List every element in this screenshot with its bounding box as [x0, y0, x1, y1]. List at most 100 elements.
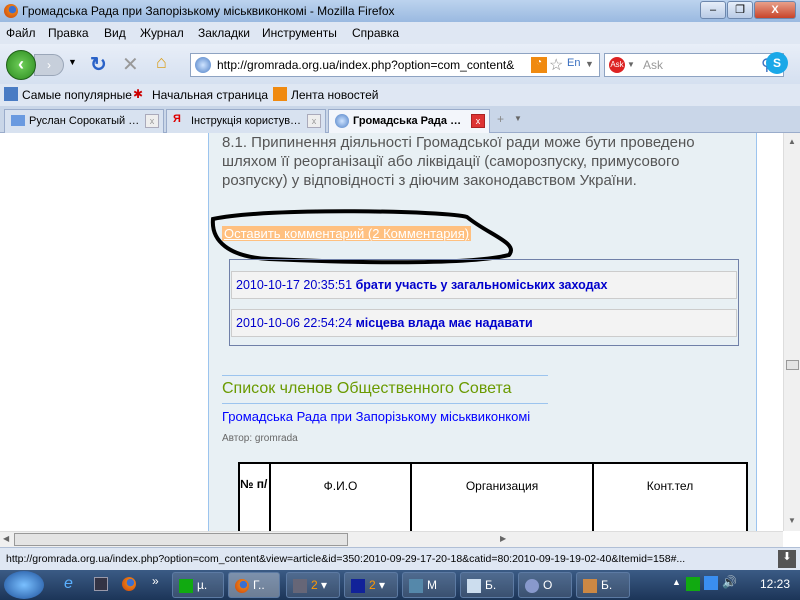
comment-title[interactable]: місцева влада має надавати	[356, 316, 533, 330]
taskbar-button-notepad[interactable]: Б.	[460, 572, 514, 598]
ie-icon[interactable]: e	[64, 575, 73, 593]
leave-comment-link[interactable]: Оставить комментарий (2 Комментария)	[222, 226, 472, 241]
tab-close-icon[interactable]: x	[145, 114, 159, 128]
bookmark-start-page[interactable]: Начальная страница	[152, 88, 268, 102]
menu-bar: Файл Правка Вид Журнал Закладки Инструме…	[0, 22, 800, 44]
taskbar-button-firefox[interactable]: Г..	[228, 572, 280, 598]
menu-bookmarks[interactable]: Закладки	[198, 26, 250, 40]
back-button[interactable]: ‹	[6, 50, 36, 80]
scroll-right-icon[interactable]: ▶	[500, 534, 506, 543]
bookmark-star-icon[interactable]: ☆	[549, 55, 563, 75]
tab-close-icon[interactable]: x	[471, 114, 485, 128]
article-category-link[interactable]: Громадська Рада при Запорізькому міськви…	[222, 409, 530, 424]
comment-time: 2010-10-17 20:35:51	[236, 278, 353, 292]
members-table: № п/ Ф.И.О Организация Конт.тел	[238, 462, 748, 531]
horizontal-scrollbar[interactable]: ◀ ▶	[0, 531, 783, 547]
minimize-button[interactable]: –	[700, 1, 726, 19]
comments-box: 2010-10-17 20:35:51 брати участь у загал…	[229, 259, 739, 346]
status-text: http://gromrada.org.ua/index.php?option=…	[6, 553, 686, 565]
search-app-icon	[525, 578, 539, 593]
tab-yandex-mail[interactable]: Руслан Сорокатый (28) — Яндекс.П... x	[4, 109, 164, 133]
taskbar-button-search[interactable]: О	[518, 572, 572, 598]
taskbar-button-utorrent[interactable]: µ.	[172, 572, 224, 598]
maximize-button[interactable]: ❐	[727, 1, 753, 19]
tray-expand-icon[interactable]: ▲	[672, 577, 681, 587]
comment-item[interactable]: 2010-10-17 20:35:51 брати участь у загал…	[231, 271, 737, 299]
scroll-down-icon[interactable]: ▼	[788, 516, 796, 525]
tab-gromrada[interactable]: Громадська Рада при Запорізько... x	[328, 109, 490, 133]
history-dropdown-icon[interactable]: ▼	[68, 57, 77, 67]
clock[interactable]: 12:23	[760, 577, 790, 591]
skype-icon[interactable]: S	[766, 52, 788, 74]
tab-label: Руслан Сорокатый (28) — Яндекс.П...	[29, 115, 163, 127]
tray-utorrent-icon[interactable]	[686, 577, 700, 591]
window-title: Громадська Рада при Запорізькому міськви…	[22, 4, 395, 18]
menu-tools[interactable]: Инструменты	[262, 26, 337, 40]
notepad-icon	[467, 578, 481, 593]
bookmark-news-feed[interactable]: Лента новостей	[291, 88, 379, 102]
language-indicator[interactable]: En	[567, 57, 580, 69]
hscroll-thumb[interactable]	[14, 533, 348, 546]
ask-engine-icon[interactable]: Ask	[609, 57, 625, 73]
scroll-left-icon[interactable]: ◀	[3, 534, 9, 543]
firefox-icon	[235, 578, 249, 593]
download-icon[interactable]: ⬇	[778, 550, 796, 568]
url-bar[interactable]: http://gromrada.org.ua/index.php?option=…	[190, 53, 600, 77]
taskbar-button-paint[interactable]: Б.	[576, 572, 630, 598]
url-dropdown-icon[interactable]: ▼	[585, 59, 594, 69]
taskbar-button-group1[interactable]: 2 ▾	[286, 572, 340, 598]
menu-history[interactable]: Журнал	[140, 26, 184, 40]
search-input[interactable]: Ask	[643, 58, 663, 72]
stop-icon[interactable]: ✕	[122, 52, 139, 77]
menu-edit[interactable]: Правка	[48, 26, 89, 40]
menu-view[interactable]: Вид	[104, 26, 126, 40]
word-icon	[351, 578, 365, 593]
firefox-quicklaunch-icon[interactable]	[122, 577, 136, 591]
comment-time: 2010-10-06 22:54:24	[236, 316, 353, 330]
paint-icon	[583, 578, 597, 593]
tab-close-icon[interactable]: x	[307, 114, 321, 128]
site-icon	[335, 114, 349, 128]
scroll-thumb[interactable]	[786, 360, 799, 370]
close-button[interactable]: X	[754, 1, 796, 19]
start-page-icon: ✱	[133, 87, 144, 101]
bookmark-most-visited[interactable]: Самые популярные	[22, 88, 132, 102]
forward-button[interactable]: ›	[34, 54, 64, 76]
more-icon[interactable]: »	[152, 574, 159, 588]
scroll-up-icon[interactable]: ▲	[788, 137, 796, 146]
article-panel: 8.1. Припинення діяльності Громадської р…	[208, 133, 757, 531]
app-icon	[409, 578, 423, 593]
reload-icon[interactable]: ↻	[90, 52, 107, 77]
author-label: Автор: gromrada	[222, 433, 298, 444]
firefox-icon	[4, 4, 18, 18]
tab-list-icon[interactable]: ▼	[514, 114, 522, 123]
new-tab-icon[interactable]: +	[497, 112, 504, 126]
taskbar-button-word[interactable]: 2 ▾	[344, 572, 398, 598]
volume-icon[interactable]: 🔊	[722, 575, 737, 589]
table-header-organization: Организация	[410, 462, 594, 531]
comment-title[interactable]: брати участь у загальноміських заходах	[356, 278, 608, 292]
vertical-scrollbar[interactable]: ▲ ▼	[783, 133, 800, 531]
title-bar: Громадська Рада при Запорізькому міськви…	[0, 0, 800, 22]
section-title: Список членов Общественного Совета	[222, 375, 548, 404]
table-header-phone: Конт.тел	[592, 462, 748, 531]
rss-icon[interactable]: ◔	[531, 57, 547, 73]
search-bar[interactable]: Ask ▼ Ask ⚲	[604, 53, 784, 77]
comment-item[interactable]: 2010-10-06 22:54:24 місцева влада має на…	[231, 309, 737, 337]
url-text[interactable]: http://gromrada.org.ua/index.php?option=…	[217, 58, 527, 72]
tab-label: Громадська Рада при Запорізько...	[353, 115, 489, 127]
taskbar: e » µ. Г.. 2 ▾ 2 ▾ М Б. О Б. ▲ 🔊 12:23	[0, 570, 800, 600]
taskbar-button-m[interactable]: М	[402, 572, 456, 598]
home-icon[interactable]: ⌂	[156, 52, 167, 73]
navigation-toolbar: › ‹ ▼ ↻ ✕ ⌂ http://gromrada.org.ua/index…	[0, 44, 800, 84]
utorrent-icon	[179, 578, 193, 593]
mail-icon	[11, 115, 25, 126]
tab-instruction[interactable]: Я Інструкція користувача сайта — Ян... x	[166, 109, 326, 133]
menu-help[interactable]: Справка	[352, 26, 399, 40]
start-button[interactable]	[4, 571, 44, 599]
network-icon[interactable]	[704, 576, 718, 590]
menu-file[interactable]: Файл	[6, 26, 36, 40]
media-icon[interactable]	[94, 577, 108, 591]
table-header-number: № п/	[238, 462, 271, 531]
engine-dropdown-icon[interactable]: ▼	[627, 60, 635, 69]
